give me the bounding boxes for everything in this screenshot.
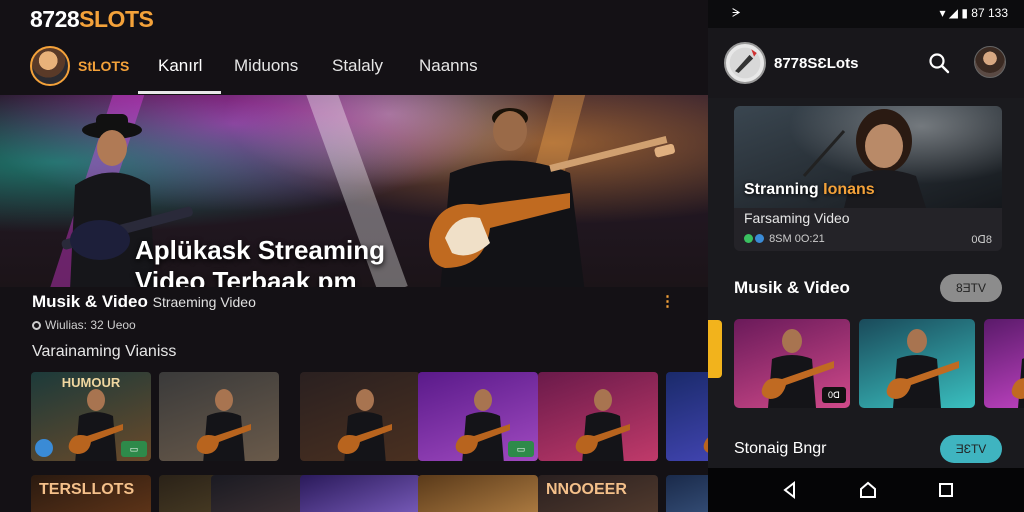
featured-video-card[interactable]: Stranning Ionans Farsaming Video 8SM 0O:…	[734, 106, 1002, 251]
scroll-indicator	[708, 320, 722, 378]
video-subtitle: Straeming Video	[152, 294, 256, 310]
video-thumbnail[interactable]	[300, 372, 420, 461]
share-icon[interactable]: ⋮	[660, 292, 675, 310]
video-thumbnails-row-2: TERSLLOTS NNOOEER	[31, 475, 708, 512]
tab-videos[interactable]: Miduons	[234, 56, 298, 76]
active-tab-indicator	[138, 91, 221, 94]
section-title: Varainaming Vianiss	[32, 343, 177, 360]
recents-icon[interactable]	[936, 480, 956, 500]
section-streaming-title: Stonaig Bngr	[734, 440, 827, 457]
app-logo-icon[interactable]	[724, 42, 766, 84]
thumbnail-label: TERSLLOTS	[39, 481, 135, 498]
app-name: 8778SƐLots	[774, 55, 859, 72]
like-icon	[744, 234, 753, 243]
desktop-site: 8728SLOTS StLOTS Kanırl Miduons Stalaly …	[0, 0, 708, 512]
video-thumbnail[interactable]	[538, 372, 658, 461]
mobile-video-thumbnail[interactable]: 0ᗡ	[734, 319, 850, 408]
video-thumbnail[interactable]: TERSLLOTS	[31, 475, 151, 512]
video-thumbnail[interactable]: NNOOEER	[538, 475, 658, 512]
status-bar: ᗒ ▾ ◢ ▮ 87 133	[708, 0, 1024, 28]
status-indicators: ▾ ◢ ▮ 87 133	[939, 6, 1008, 20]
featured-title-a: Stranning	[744, 181, 819, 198]
notification-icon: ᗒ	[732, 6, 741, 20]
featured-stats-text: 8SM 0O:21	[769, 233, 825, 245]
thumbnail-label: HUMOUR	[61, 375, 121, 390]
guitarist-main-image	[429, 108, 675, 287]
screen: 8728SLOTS StLOTS Kanırl Miduons Stalaly …	[0, 0, 1024, 512]
mobile-video-thumbnail[interactable]	[984, 319, 1024, 408]
mobile-video-thumbnail[interactable]	[859, 319, 975, 408]
featured-duration: 0ᗡ8	[971, 234, 992, 246]
brand-prefix: 8728	[30, 6, 80, 32]
musician-image	[196, 389, 251, 461]
featured-subtitle: Farsaming Video	[744, 210, 850, 226]
mobile-app: ᗒ ▾ ◢ ▮ 87 133 8778SƐLots Stranning Iona…	[708, 0, 1024, 512]
video-title: Musik & Video	[32, 292, 148, 311]
view-icon	[755, 234, 764, 243]
profile-avatar[interactable]	[30, 46, 70, 86]
see-all-button[interactable]: 8ƎTV	[940, 274, 1002, 302]
video-thumbnail[interactable]	[300, 475, 420, 512]
top-nav: StLOTS Kanırl Miduons Stalaly Naanns	[0, 42, 708, 94]
location-icon	[32, 321, 41, 330]
video-thumbnail[interactable]	[159, 372, 279, 461]
tab-home[interactable]: Kanırl	[158, 56, 202, 76]
search-icon[interactable]	[928, 52, 950, 74]
duration-badge: 0ᗡ	[822, 387, 846, 403]
thumbnail-label: NNOOEER	[546, 481, 627, 498]
featured-stats: 8SM 0O:21	[744, 233, 825, 245]
stream-button[interactable]: ƎƐTV	[940, 435, 1002, 463]
video-thumbnails-row: HUMOUR ▭ ▭	[31, 372, 708, 462]
hero-banner[interactable]: Aplükask Streaming Video Terbaak pm patu…	[0, 95, 708, 287]
video-thumbnail[interactable]: HUMOUR ▭	[31, 372, 151, 461]
site-logo[interactable]: 8728SLOTS	[30, 6, 154, 33]
video-thumbnail[interactable]	[418, 475, 538, 512]
video-thumbnail[interactable]	[666, 475, 708, 512]
thumbnail-badge: ▭	[508, 441, 534, 457]
brand-suffix: SLOTS	[79, 6, 154, 32]
featured-title: Stranning Ionans	[744, 181, 875, 199]
section-music-video-title: Musik & Video	[734, 278, 850, 297]
app-bar: 8778SƐLots	[708, 28, 1024, 98]
musician-image	[1011, 358, 1024, 408]
android-nav-bar	[708, 468, 1024, 512]
featured-title-b: Ionans	[823, 181, 875, 198]
home-icon[interactable]	[858, 480, 878, 500]
musician-image	[703, 437, 708, 453]
video-thumbnail[interactable]	[666, 372, 708, 461]
tab-status[interactable]: Stalaly	[332, 56, 383, 76]
back-icon[interactable]	[780, 480, 800, 500]
channel-icon	[35, 439, 53, 457]
thumbnail-badge: ▭	[121, 441, 147, 457]
video-thumbnail[interactable]: ▭	[418, 372, 538, 461]
video-info: Musik & Video Straeming Video Wiulias: 3…	[32, 292, 256, 332]
musician-image	[575, 389, 630, 461]
mobile-thumbnails-row: 0ᗡ	[734, 319, 1024, 409]
hero-title: Aplükask Streaming Video Terbaak pm patu…	[135, 235, 385, 287]
user-avatar[interactable]	[974, 46, 1006, 78]
video-meta: Wiulias: 32 Ueoo	[45, 318, 136, 332]
musician-image	[337, 389, 392, 461]
musician-image	[886, 329, 959, 408]
tab-names[interactable]: Naanns	[419, 56, 478, 76]
profile-label[interactable]: StLOTS	[78, 58, 129, 74]
